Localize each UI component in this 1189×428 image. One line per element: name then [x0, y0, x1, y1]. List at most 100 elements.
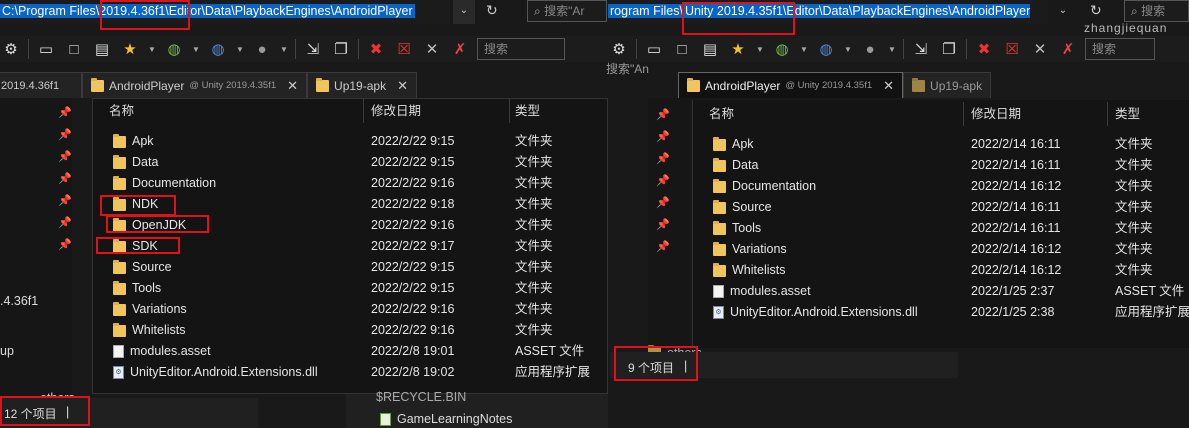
pin-icon[interactable]: 📌 — [656, 236, 670, 258]
table-row[interactable]: OpenJDK 2022/2/22 9:16 文件夹 — [93, 215, 607, 236]
table-row[interactable]: Documentation 2022/2/14 16:12 文件夹 — [693, 176, 1189, 197]
right-toolbar-search[interactable]: 搜索 — [1085, 38, 1155, 60]
table-row[interactable]: Documentation 2022/2/22 9:16 文件夹 — [93, 173, 607, 194]
tab-up19-apk[interactable]: Up19-apk — [903, 72, 992, 98]
window-icon[interactable]: □ — [63, 38, 85, 60]
table-row[interactable]: Variations 2022/2/22 9:16 文件夹 — [93, 299, 607, 320]
pin-icon[interactable]: 📌 — [58, 124, 72, 146]
side-up-label[interactable]: up — [0, 344, 14, 358]
pin-icon[interactable]: 📌 — [656, 192, 670, 214]
pin-icon[interactable]: 📌 — [58, 146, 72, 168]
cross-icon[interactable]: ✕ — [421, 38, 443, 60]
right-address-dropdown[interactable]: ⌄ — [1052, 0, 1074, 24]
column-header-type[interactable]: 类型 — [1115, 102, 1140, 126]
table-row[interactable]: Tools 2022/2/14 16:11 文件夹 — [693, 218, 1189, 239]
table-row[interactable]: Tools 2022/2/22 9:15 文件夹 — [93, 278, 607, 299]
table-row[interactable]: Data 2022/2/14 16:11 文件夹 — [693, 155, 1189, 176]
tab-androidplayer[interactable]: AndroidPlayer @ Unity 2019.4.35f1 ✕ — [82, 72, 308, 98]
column-header-date[interactable]: 修改日期 — [371, 99, 421, 123]
tab-version[interactable]: 2019.4.36f1 — [0, 72, 82, 98]
pin-icon[interactable]: 📌 — [656, 214, 670, 236]
close-icon[interactable]: ✕ — [397, 78, 408, 94]
copy-windows-icon[interactable]: ❐ — [330, 38, 352, 60]
globe-blue-icon[interactable]: ◍ — [815, 38, 837, 60]
layout-icon[interactable]: ▤ — [699, 38, 721, 60]
table-row[interactable]: Apk 2022/2/14 16:11 文件夹 — [693, 134, 1189, 155]
table-row[interactable]: Variations 2022/2/14 16:12 文件夹 — [693, 239, 1189, 260]
delete-icon[interactable]: ✖ — [973, 38, 995, 60]
favorites-star-icon[interactable]: ★ — [119, 38, 141, 60]
table-row[interactable]: SDK 2022/2/22 9:17 文件夹 — [93, 236, 607, 257]
right-address-bar[interactable]: rogram Files\ Unity 2019.4.35f1\Editor\Da… — [608, 0, 1048, 24]
globe-green-icon[interactable]: ◍ — [163, 38, 185, 60]
pin-icon[interactable]: 📌 — [656, 170, 670, 192]
pin-icon[interactable]: 📌 — [656, 104, 670, 126]
column-header-name[interactable]: 名称 — [109, 99, 134, 123]
chevron-down-icon[interactable]: ▼ — [235, 38, 245, 60]
delete-window-icon[interactable]: ☒ — [393, 38, 415, 60]
pin-icon[interactable]: 📌 — [656, 126, 670, 148]
table-row[interactable]: Apk 2022/2/22 9:15 文件夹 — [93, 131, 607, 152]
gear-icon[interactable]: ⚙ — [0, 38, 22, 60]
left-search-box[interactable]: ⌕ 搜索"Ar — [527, 0, 607, 22]
gear-icon[interactable]: ⚙ — [608, 38, 630, 60]
list-item[interactable]: $RECYCLE.BIN — [376, 390, 466, 404]
table-row[interactable]: Source 2022/2/22 9:15 文件夹 — [93, 257, 607, 278]
move-icon[interactable]: ⇲ — [910, 38, 932, 60]
delete-icon[interactable]: ✖ — [365, 38, 387, 60]
right-search-box[interactable]: ⌕ 搜索 — [1124, 0, 1189, 22]
window-icon[interactable]: □ — [671, 38, 693, 60]
file-name-text: UnityEditor.Android.Extensions.dll — [730, 305, 918, 319]
disc-icon[interactable]: ● — [251, 38, 273, 60]
table-row[interactable]: ⚙ UnityEditor.Android.Extensions.dll 2022/… — [693, 302, 1189, 323]
chevron-down-icon[interactable]: ▼ — [191, 38, 201, 60]
globe-green-icon[interactable]: ◍ — [771, 38, 793, 60]
table-row[interactable]: Source 2022/2/14 16:11 文件夹 — [693, 197, 1189, 218]
right-refresh-icon[interactable]: ↻ — [1090, 2, 1102, 19]
close-icon[interactable]: ✕ — [883, 78, 894, 94]
chevron-down-icon[interactable]: ▼ — [887, 38, 897, 60]
pin-icon[interactable]: 📌 — [58, 190, 72, 212]
pin-icon[interactable]: 📌 — [58, 168, 72, 190]
left-refresh-icon[interactable]: ↻ — [486, 2, 498, 19]
tab-androidplayer[interactable]: AndroidPlayer @ Unity 2019.4.35f1 ✕ — [678, 72, 904, 98]
left-address-bar[interactable]: C:\Program Files\2019.4.36f1\Editor\Data… — [0, 0, 450, 24]
move-icon[interactable]: ⇲ — [302, 38, 324, 60]
side-version-label[interactable]: .4.36f1 — [0, 294, 38, 308]
close-icon[interactable]: ✕ — [287, 78, 298, 94]
pin-icon[interactable]: 📌 — [58, 102, 72, 124]
chevron-down-icon[interactable]: ▼ — [799, 38, 809, 60]
remove-icon[interactable]: ✗ — [1057, 38, 1079, 60]
pin-icon[interactable]: 📌 — [58, 234, 72, 256]
list-item[interactable]: GameLearningNotes — [380, 412, 512, 426]
table-row[interactable]: Whitelists 2022/2/14 16:12 文件夹 — [693, 260, 1189, 281]
panel-toggle-icon[interactable]: ▭ — [35, 38, 57, 60]
remove-icon[interactable]: ✗ — [449, 38, 471, 60]
column-header-name[interactable]: 名称 — [709, 102, 734, 126]
column-header-date[interactable]: 修改日期 — [971, 102, 1021, 126]
delete-window-icon[interactable]: ☒ — [1001, 38, 1023, 60]
cross-icon[interactable]: ✕ — [1029, 38, 1051, 60]
copy-windows-icon[interactable]: ❐ — [938, 38, 960, 60]
pin-icon[interactable]: 📌 — [656, 148, 670, 170]
globe-blue-icon[interactable]: ◍ — [207, 38, 229, 60]
chevron-down-icon[interactable]: ▼ — [279, 38, 289, 60]
panel-toggle-icon[interactable]: ▭ — [643, 38, 665, 60]
column-header-type[interactable]: 类型 — [515, 99, 540, 123]
left-address-dropdown[interactable]: ⌄ — [453, 0, 475, 24]
table-row[interactable]: NDK 2022/2/22 9:18 文件夹 — [93, 194, 607, 215]
chevron-down-icon[interactable]: ▼ — [147, 38, 157, 60]
table-row[interactable]: Whitelists 2022/2/22 9:16 文件夹 — [93, 320, 607, 341]
chevron-down-icon[interactable]: ▼ — [755, 38, 765, 60]
table-row[interactable]: Data 2022/2/22 9:15 文件夹 — [93, 152, 607, 173]
left-toolbar-search[interactable]: 搜索 — [477, 38, 565, 60]
chevron-down-icon[interactable]: ▼ — [843, 38, 853, 60]
layout-icon[interactable]: ▤ — [91, 38, 113, 60]
disc-icon[interactable]: ● — [859, 38, 881, 60]
pin-icon[interactable]: 📌 — [58, 212, 72, 234]
table-row[interactable]: modules.asset 2022/2/8 19:01 ASSET 文件 — [93, 341, 607, 362]
table-row[interactable]: ⚙ UnityEditor.Android.Extensions.dll 2022/… — [93, 362, 607, 383]
favorites-star-icon[interactable]: ★ — [727, 38, 749, 60]
table-row[interactable]: modules.asset 2022/1/25 2:37 ASSET 文件 — [693, 281, 1189, 302]
tab-up19-apk[interactable]: Up19-apk ✕ — [307, 72, 417, 98]
